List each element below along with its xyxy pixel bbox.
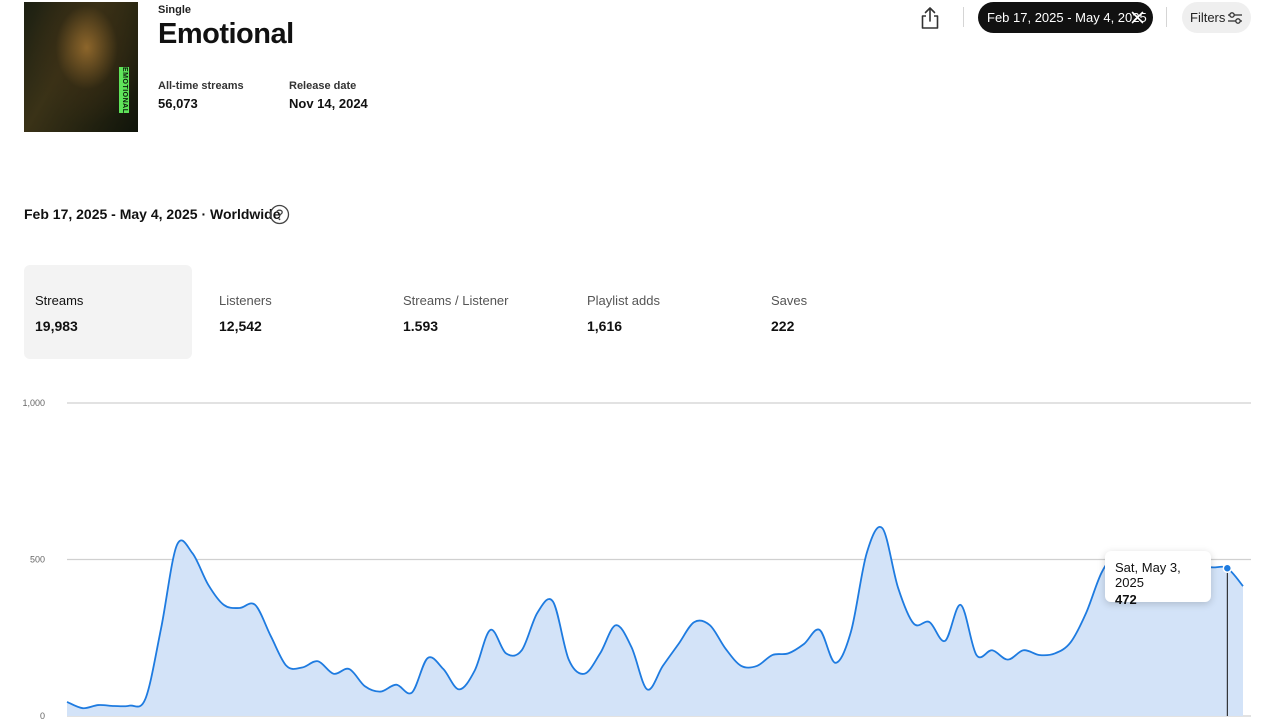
metric-label: Streams / Listener [403,293,509,308]
cover-title-text: EMOTIONAL [121,67,128,114]
release-title: Emotional [158,18,294,50]
metric-label: Playlist adds [587,293,660,308]
streams-chart[interactable]: 0 500 1,000 [0,390,1280,721]
date-range-heading: Feb 17, 2025 - May 4, 2025 · Worldwide [24,206,281,222]
metric-tab-saves[interactable]: Saves 222 [760,265,928,359]
album-cover: EMOTIONAL [24,2,138,132]
y-tick-label: 500 [30,555,45,565]
hover-point [1222,563,1233,574]
date-range-chip[interactable]: Feb 17, 2025 - May 4, 2025 [978,2,1153,33]
metric-value: 12,542 [219,318,262,334]
y-tick-label: 0 [40,711,45,721]
metric-value: 1.593 [403,318,439,334]
metric-label: Saves [771,293,808,308]
sliders-icon [1228,12,1242,24]
metric-tab-playlist-adds[interactable]: Playlist adds 1,616 [576,265,744,359]
filters-button[interactable]: Filters [1182,2,1251,33]
series-area [67,526,1243,716]
metric-tab-streams-per-listener[interactable]: Streams / Listener 1.593 [392,265,560,359]
tooltip-date: Sat, May 3, 2025 [1115,560,1181,590]
all-time-streams-value: 56,073 [158,96,198,111]
release-date-label: Release date [289,80,357,92]
close-icon[interactable] [1131,11,1144,24]
help-icon[interactable] [269,204,290,225]
release-type-label: Single [158,4,192,16]
metric-tab-streams[interactable]: Streams 19,983 [24,265,192,359]
all-time-streams-label: All-time streams [158,80,244,92]
share-button[interactable] [918,5,942,31]
metric-label: Listeners [219,293,272,308]
metric-value: 19,983 [35,318,78,334]
tooltip-value: 472 [1115,592,1137,607]
toolbar-divider [963,7,964,27]
share-icon [921,7,939,29]
release-date-value: Nov 14, 2024 [289,96,368,111]
metric-value: 1,616 [587,318,623,334]
metric-value: 222 [771,318,795,334]
filters-label: Filters [1190,10,1226,25]
toolbar-divider [1166,7,1167,27]
metric-tab-listeners[interactable]: Listeners 12,542 [208,265,376,359]
chart-tooltip: Sat, May 3, 2025 472 [1105,551,1211,607]
metric-label: Streams [35,293,84,308]
y-tick-label: 1,000 [22,398,45,408]
date-range-chip-label: Feb 17, 2025 - May 4, 2025 [987,10,1147,25]
